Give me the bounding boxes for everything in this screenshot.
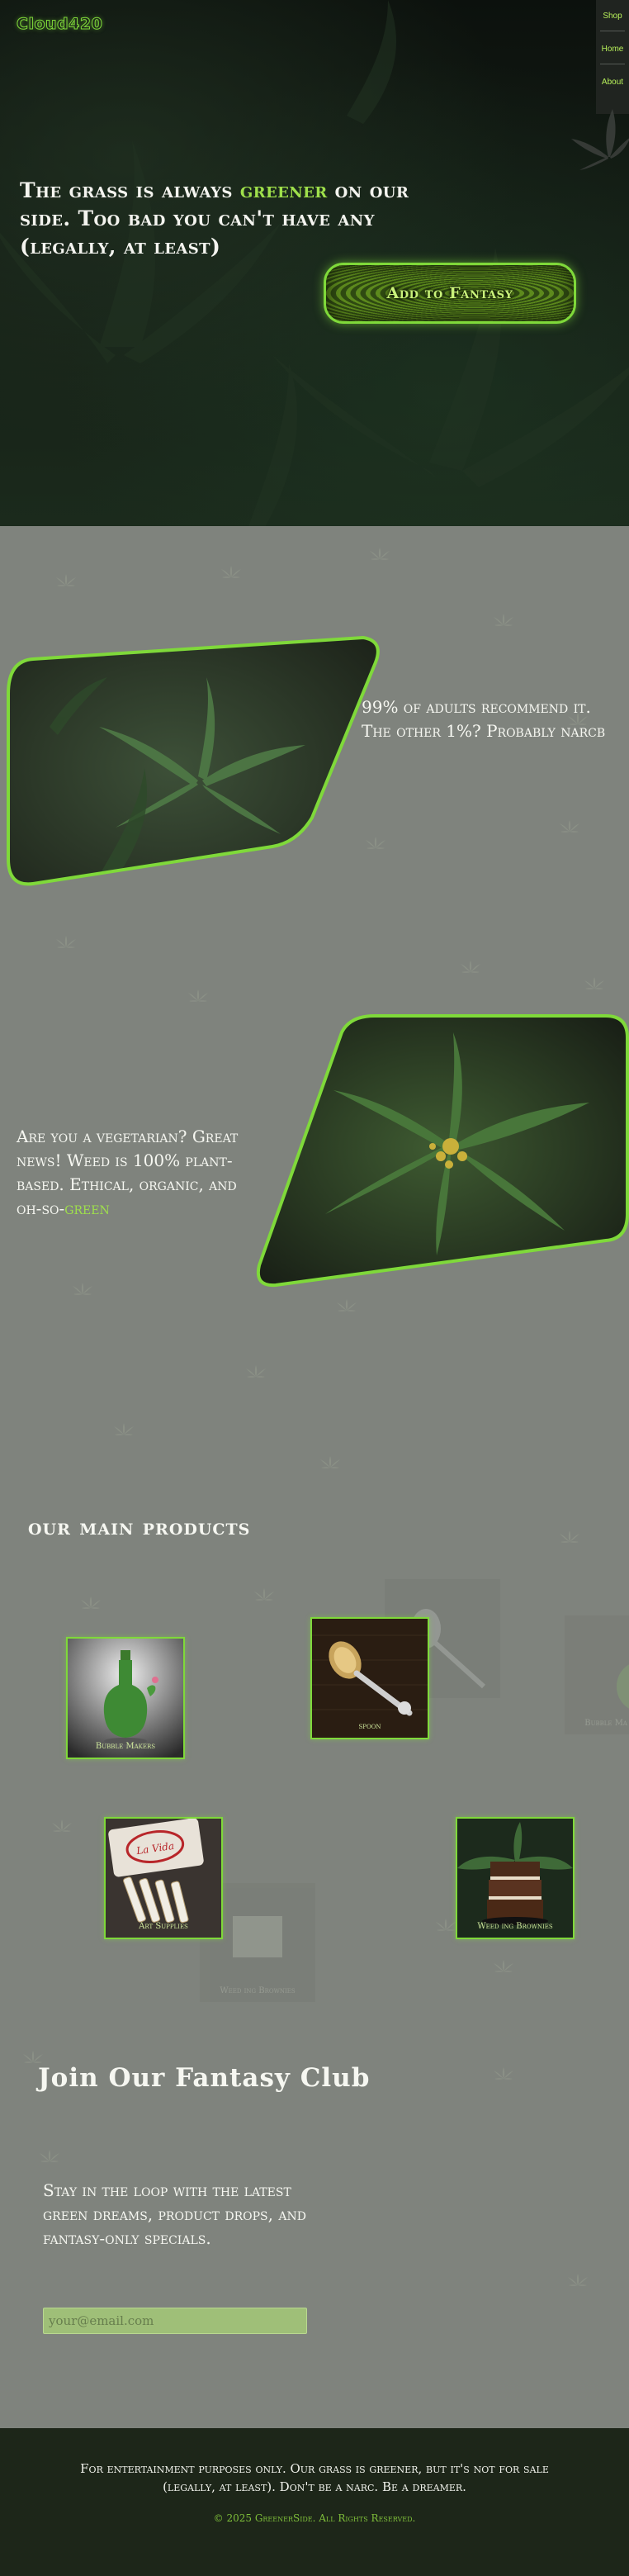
nav-link-shop[interactable]: Shop [600,12,625,31]
glass-bottle-ghost-icon [617,1664,629,1709]
hero-title: The grass is always greener on our side.… [20,177,433,261]
footer: For entertainment purposes only. Our gra… [0,2428,629,2576]
cannabis-plant-image-1 [7,635,380,886]
club-title: Join Our Fantasy Club [38,2063,371,2093]
page: Cloud420 Shop Home About The grass is al… [0,0,629,2576]
product-ghost-label-2: Bubble Ma [584,1719,627,1728]
product-card-spoon[interactable]: spoon [310,1617,429,1739]
nav-leaf-decoration-icon [571,109,629,170]
hero-section: Cloud420 Shop Home About The grass is al… [0,0,629,526]
email-input[interactable] [43,2308,307,2334]
nav-link-about[interactable]: About [600,78,625,97]
side-nav: Shop Home About [596,0,629,114]
feature-text-2-highlight: green [64,1198,110,1218]
feature-text-2: Are you a vegetarian? Great news! Weed i… [17,1125,264,1221]
glass-bottle-icon [68,1639,183,1758]
hero-title-part1: The grass is always [20,178,240,202]
add-to-fantasy-button[interactable]: Add to Fantasy [324,263,576,324]
hero-title-highlight: greener [239,178,328,202]
rolling-papers-icon: La Vida [106,1819,221,1938]
brownie-icon [457,1819,573,1938]
club-text: Stay in the loop with the latest green d… [43,2180,306,2248]
products-title: our main products [28,1515,251,1540]
product-card-art-supplies[interactable]: La Vida Art Supplies [104,1817,223,1939]
nav-link-home[interactable]: Home [600,45,625,64]
product-label-weed-brownies: Weed ing Brownies [477,1922,553,1931]
product-card-weed-brownies[interactable]: Weed ing Brownies [456,1817,575,1939]
product-label-spoon: spoon [358,1722,381,1731]
logo[interactable]: Cloud420 [16,15,102,34]
product-label-art-supplies: Art Supplies [139,1922,188,1931]
spoon-icon [312,1619,428,1738]
footer-disclaimer: For entertainment purposes only. Our gra… [80,2461,549,2494]
product-label-bubble-makers: Bubble Makers [95,1742,156,1751]
product-ghost-bubble-makers: Bubble Ma [565,1615,629,1734]
feature-text-2-body: Are you a vegetarian? Great news! Weed i… [17,1127,239,1218]
cannabis-plant-image-2 [257,1014,629,1288]
feature-text-1: 99% of adults recommend it. The other 1%… [362,697,606,741]
product-card-bubble-makers[interactable]: Bubble Makers [66,1637,185,1759]
product-ghost-label-3: Weed ing Brownies [220,1986,296,1995]
footer-copyright: © 2025 GreenerSide. All Rights Reserved. [213,2512,416,2524]
